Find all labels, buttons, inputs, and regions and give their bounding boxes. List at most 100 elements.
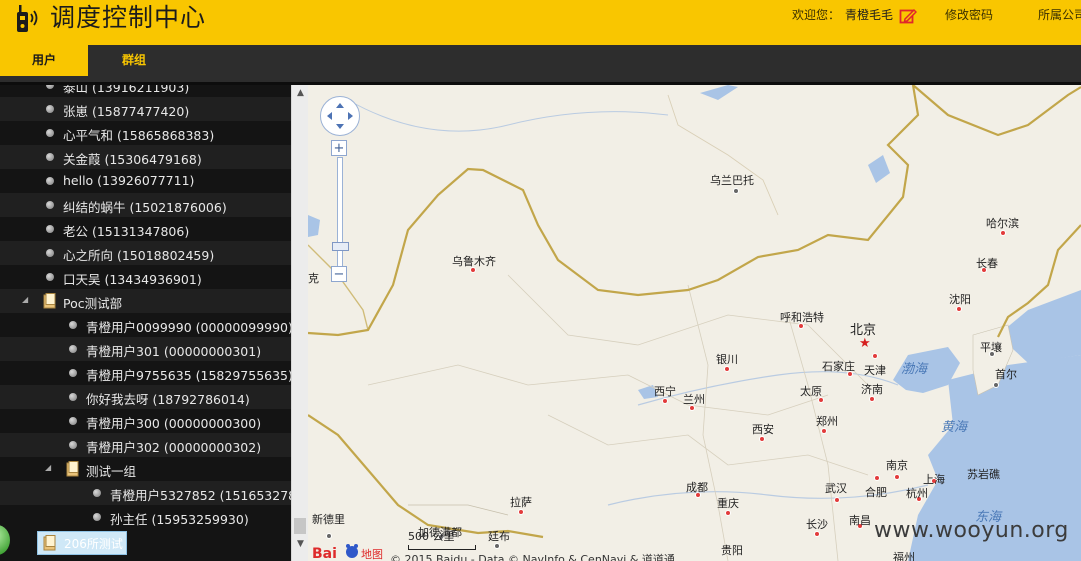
tree-user-item[interactable]: 张崽 (15877477420) (0, 97, 291, 121)
city-label: 新德里 (312, 513, 345, 526)
walkie-talkie-icon (17, 5, 38, 32)
city-label: 长沙 (806, 518, 828, 531)
user-status-icon (46, 273, 54, 281)
city-label: 苏岩礁 (967, 468, 1000, 481)
sea-label: 黄海 (941, 420, 968, 435)
tree-user-item[interactable]: 青橙用户9755635 (15829755635) (0, 361, 291, 385)
tree-user-item[interactable]: 心平气和 (15865868383) (0, 121, 291, 145)
tree-user-item[interactable]: hello (13926077711) (0, 169, 291, 193)
tree-user-item[interactable]: 青橙用户300 (00000000300) (0, 409, 291, 433)
tree-user-item[interactable]: 老公 (15131347806) (0, 217, 291, 241)
tab-users[interactable]: 用户 (0, 45, 88, 76)
zoom-in-button[interactable]: + (331, 140, 347, 156)
svg-text:Bai: Bai (312, 546, 337, 561)
city-label: 兰州 (683, 393, 705, 406)
user-status-icon (46, 177, 54, 185)
pan-control[interactable] (320, 96, 360, 136)
city-marker[interactable] (993, 382, 999, 388)
tab-bar: 用户 群组 (0, 45, 1081, 85)
user-status-icon (69, 369, 77, 377)
float-action-button[interactable] (0, 525, 10, 555)
folder-icon (43, 293, 56, 309)
city-label: 福州 (893, 551, 915, 561)
tree-group-selected[interactable]: 206所测试 (37, 531, 127, 555)
tree-user-item[interactable]: 青橙用户302 (00000000302) (0, 433, 291, 457)
city-label: 平壤 (980, 341, 1002, 354)
user-status-icon (46, 153, 54, 161)
user-status-icon (93, 513, 101, 521)
city-label: 长春 (976, 257, 998, 270)
city-label: 郑州 (816, 415, 838, 428)
tree-group-test1[interactable]: ◢ 测试一组 (0, 457, 291, 481)
user-status-icon (46, 129, 54, 137)
user-status-icon (46, 105, 54, 113)
user-status-icon (46, 201, 54, 209)
welcome-text: 欢迎您： (792, 8, 841, 22)
collapse-caret-icon[interactable]: ◢ (45, 463, 51, 472)
map-view[interactable]: + − 渤海 黄海 东海 乌兰巴托 乌鲁木齐 克 哈尔滨 长春 沈阳 呼和浩特 … (308, 85, 1081, 561)
company-link[interactable]: 所属公司 (1038, 6, 1081, 23)
city-label: 沈阳 (949, 293, 971, 306)
tree-user-item[interactable]: 青橙用户5327852 (15165327852) (0, 481, 291, 505)
user-status-icon (69, 393, 77, 401)
edit-profile-icon[interactable] (899, 7, 917, 25)
tree-user-item[interactable]: 心之所向 (15018802459) (0, 241, 291, 265)
folder-icon (66, 461, 79, 477)
city-marker[interactable] (894, 474, 900, 480)
tree-user-item[interactable]: 你好我去呀 (18792786014) (0, 385, 291, 409)
city-label: 成都 (686, 481, 708, 494)
tree-user-item[interactable]: 关金葭 (15306479168) (0, 145, 291, 169)
collapse-caret-icon[interactable]: ◢ (22, 295, 28, 304)
tree-user-item[interactable]: 口天吴 (13434936901) (0, 265, 291, 289)
sidebar-scrollbar[interactable]: ▲ ▼ (291, 85, 309, 561)
capital-star-icon[interactable]: ★ (859, 337, 871, 350)
city-label: 重庆 (717, 497, 739, 510)
tab-groups[interactable]: 群组 (88, 45, 180, 76)
city-label: 拉萨 (510, 496, 532, 509)
zoom-slider-track[interactable] (337, 157, 343, 271)
baidu-map-logo[interactable]: Bai 地图 (312, 543, 384, 561)
watermark-text: www.wooyun.org (874, 518, 1069, 543)
tree-user-item[interactable]: 孙主任 (15953259930) (0, 505, 291, 529)
tree-user-item[interactable]: 青橙用户301 (00000000301) (0, 337, 291, 361)
city-label: 贵阳 (721, 544, 743, 557)
city-label: 西宁 (654, 385, 676, 398)
city-label: 石家庄 (822, 360, 855, 373)
tree-group-poc[interactable]: ◢ Poc测试部 (0, 289, 291, 313)
scroll-thumb[interactable] (294, 518, 306, 534)
city-label: 合肥 (865, 486, 887, 499)
user-tree: 泰山 (13916211903) 张崽 (15877477420) 心平气和 (… (0, 85, 291, 561)
user-status-icon (69, 345, 77, 353)
change-password-link[interactable]: 修改密码 (945, 6, 993, 23)
user-status-icon (69, 441, 77, 449)
user-status-icon (46, 85, 54, 89)
user-status-icon (69, 417, 77, 425)
city-label: 呼和浩特 (780, 311, 824, 324)
zoom-out-button[interactable]: − (331, 266, 347, 282)
city-label: 济南 (861, 383, 883, 396)
user-status-icon (69, 321, 77, 329)
tree-user-item[interactable]: 纠结的蜗牛 (15021876006) (0, 193, 291, 217)
city-marker[interactable] (874, 475, 880, 481)
city-marker[interactable] (872, 353, 878, 359)
city-label: 南京 (886, 459, 908, 472)
svg-text:地图: 地图 (361, 548, 383, 561)
app-header: 调度控制中心 欢迎您： 青橙毛毛 修改密码 所属公司 (0, 0, 1081, 45)
zoom-slider-handle[interactable] (332, 242, 349, 251)
city-label: 克 (308, 272, 319, 285)
map-scale-label: 500 公里 (408, 530, 455, 543)
scroll-up-icon[interactable]: ▲ (292, 85, 309, 102)
user-status-icon (46, 225, 54, 233)
tree-user-item[interactable]: 青橙用户0099990 (00000099990) (0, 313, 291, 337)
city-marker[interactable] (834, 497, 840, 503)
sea-label: 渤海 (901, 362, 928, 377)
city-label: 乌兰巴托 (710, 174, 754, 187)
city-label: 哈尔滨 (986, 217, 1019, 230)
user-status-icon (93, 489, 101, 497)
pan-arrows-icon (327, 103, 353, 129)
city-marker[interactable] (326, 533, 332, 539)
city-marker[interactable] (733, 188, 739, 194)
tree-user-item[interactable]: 泰山 (13916211903) (0, 85, 291, 97)
city-label: 乌鲁木齐 (452, 255, 496, 268)
scroll-down-icon[interactable]: ▼ (292, 536, 309, 553)
